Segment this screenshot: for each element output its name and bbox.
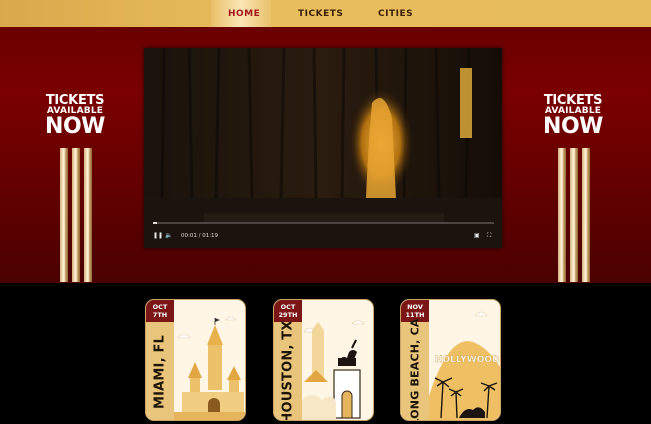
nav-tickets-link[interactable]: TICKETS — [298, 9, 343, 19]
decor-bars-right — [558, 148, 590, 282]
date-badge: OCT 29TH — [274, 300, 302, 322]
tour-card-long-beach[interactable]: NOV 11TH LONG BEACH, CA HOLLYWOOD — [400, 299, 501, 421]
promo-line3: NOW — [45, 114, 105, 139]
stage-curtain-frame — [144, 48, 502, 248]
decor-bars-left — [60, 148, 92, 282]
volume-icon[interactable]: 🔈 — [165, 232, 172, 239]
nav-home-link[interactable]: HOME — [228, 9, 260, 19]
castle-illustration — [174, 316, 245, 420]
date-badge: OCT 7TH — [146, 300, 174, 322]
city-name: MIAMI, FL — [152, 334, 168, 410]
statue-illustration — [302, 320, 365, 420]
promo-line1: TICKETS — [543, 93, 603, 108]
video-player[interactable]: ❚❚ 🔈 00:01 / 01:19 ▣ ⛶ — [144, 48, 502, 248]
nav-cities-link[interactable]: CITIES — [378, 9, 413, 19]
city-name: HOUSTON, TX — [280, 320, 296, 421]
picture-in-picture-icon[interactable]: ▣ — [474, 232, 480, 239]
tour-card-houston[interactable]: OCT 29TH HOUSTON, TX — [273, 299, 374, 421]
promo-line1: TICKETS — [45, 93, 105, 108]
video-progress-bar[interactable] — [153, 222, 494, 224]
hollywood-sign: HOLLYWOOD — [435, 355, 499, 365]
promo-right: TICKETS AVAILABLE NOW — [542, 93, 604, 139]
fullscreen-icon[interactable]: ⛶ — [487, 232, 491, 240]
city-name: LONG BEACH, CA — [408, 318, 422, 421]
play-pause-icon[interactable]: ❚❚ — [153, 232, 163, 239]
tour-card-miami[interactable]: OCT 7TH MIAMI, FL — [145, 299, 246, 421]
video-time: 00:01 / 01:19 — [181, 233, 219, 239]
hollywood-illustration: HOLLYWOOD — [429, 311, 500, 420]
top-nav: HOME TICKETS CITIES — [0, 0, 651, 27]
promo-line3: NOW — [543, 114, 603, 139]
promo-left: TICKETS AVAILABLE NOW — [44, 93, 106, 139]
